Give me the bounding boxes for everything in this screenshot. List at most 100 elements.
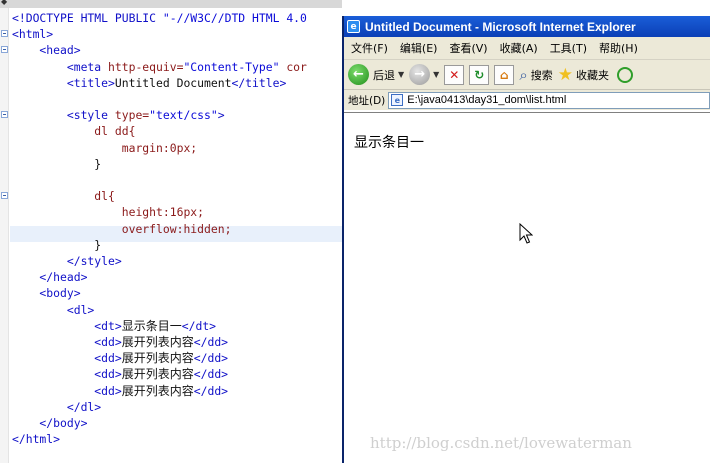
- code-line[interactable]: <style type="text/css">: [12, 107, 225, 123]
- back-button[interactable]: ← 后退 ▼: [348, 64, 404, 85]
- editor-gutter: [0, 8, 9, 463]
- code-line[interactable]: margin:0px;: [12, 140, 197, 156]
- code-line[interactable]: <dd>展开列表内容</dd>: [12, 350, 228, 366]
- search-label: 搜索: [530, 68, 553, 82]
- back-arrow-icon: ←: [348, 64, 369, 85]
- code-token: <dd>: [12, 335, 122, 349]
- code-token: <dl>: [12, 302, 95, 317]
- code-line[interactable]: <dd>展开列表内容</dd>: [12, 366, 228, 382]
- code-line[interactable]: <body>: [12, 285, 80, 301]
- star-icon: ★: [557, 64, 573, 85]
- page-content[interactable]: 显示条目一: [344, 112, 710, 463]
- forward-button[interactable]: → ▼: [409, 64, 439, 85]
- favorites-button[interactable]: ★ 收藏夹: [558, 65, 609, 85]
- code-line[interactable]: </head>: [12, 269, 87, 285]
- code-token: <meta: [12, 59, 109, 74]
- stop-button[interactable]: ✕: [444, 64, 465, 85]
- code-line[interactable]: <title>Untitled Document</title>: [12, 75, 286, 91]
- browser-title-bar[interactable]: e Untitled Document - Microsoft Internet…: [344, 16, 710, 37]
- back-label: 后退: [373, 68, 395, 82]
- code-token: >: [217, 108, 225, 123]
- code-token: "Content-Type": [183, 59, 280, 74]
- address-input[interactable]: e E:\java0413\day31_dom\list.html: [388, 91, 710, 109]
- code-line[interactable]: overflow:hidden;: [12, 221, 232, 237]
- fold-marker-icon[interactable]: [1, 192, 8, 200]
- favorites-label: 收藏夹: [575, 68, 609, 82]
- code-line[interactable]: <dd>展开列表内容</dd>: [12, 334, 228, 350]
- back-dropdown-icon[interactable]: ▼: [398, 70, 404, 79]
- code-line[interactable]: height:16px;: [12, 204, 204, 220]
- code-token: "text/css": [149, 108, 218, 123]
- menu-view[interactable]: 查看(V): [449, 40, 487, 56]
- rendered-dt-text: 显示条目一: [354, 135, 424, 151]
- code-token: </dd>: [193, 383, 229, 398]
- code-line[interactable]: </dl>: [12, 399, 101, 415]
- media-button[interactable]: [614, 66, 633, 83]
- code-token: Untitled Document: [114, 75, 232, 90]
- fold-marker-icon[interactable]: [1, 111, 8, 119]
- internet-explorer-icon: e: [347, 20, 360, 33]
- code-token: height:16px;: [12, 205, 205, 220]
- code-line[interactable]: </body>: [12, 415, 87, 431]
- home-icon: ⌂: [494, 64, 515, 85]
- code-token: 展开列表内容: [121, 335, 194, 349]
- code-token: </html>: [12, 432, 61, 447]
- watermark: http://blog.csdn.net/lovewaterman: [370, 434, 632, 452]
- code-token: </dd>: [193, 351, 229, 366]
- code-token: <dd>: [12, 367, 122, 382]
- code-line[interactable]: }: [12, 156, 101, 172]
- code-token: </body>: [12, 416, 88, 430]
- page-icon: e: [391, 94, 404, 106]
- menu-help[interactable]: 帮助(H): [599, 40, 638, 56]
- fold-marker-icon[interactable]: [1, 46, 8, 54]
- code-token: <dt>: [12, 318, 122, 333]
- code-token: margin:0px;: [12, 140, 198, 155]
- fold-marker-icon[interactable]: [1, 30, 8, 38]
- code-token: }: [12, 156, 102, 171]
- code-line[interactable]: dl{: [12, 188, 115, 204]
- code-token: dl dd{: [12, 124, 136, 139]
- code-token: <style: [12, 108, 115, 123]
- menu-favorites[interactable]: 收藏(A): [500, 40, 538, 56]
- code-line[interactable]: <dl>: [12, 302, 94, 318]
- code-token: <!DOCTYPE HTML PUBLIC: [12, 11, 163, 25]
- code-editor[interactable]: ◆ <!DOCTYPE HTML PUBLIC "-//W3C//DTD HTM…: [0, 0, 342, 463]
- code-line[interactable]: <dd>展开列表内容</dd>: [12, 383, 228, 399]
- home-button[interactable]: ⌂: [494, 64, 515, 85]
- forward-dropdown-icon[interactable]: ▼: [433, 70, 439, 79]
- code-token: <html>: [12, 27, 54, 42]
- code-line[interactable]: <!DOCTYPE HTML PUBLIC "-//W3C//DTD HTML …: [12, 10, 307, 26]
- menu-file[interactable]: 文件(F): [351, 40, 388, 56]
- menu-tools[interactable]: 工具(T): [550, 40, 587, 56]
- code-token: </dl>: [12, 399, 102, 414]
- code-token: </dd>: [193, 335, 229, 349]
- mouse-pointer-icon: [519, 223, 533, 244]
- code-line[interactable]: dl dd{: [12, 123, 135, 139]
- address-label: 地址(D): [348, 94, 386, 107]
- forward-arrow-icon: →: [409, 64, 431, 85]
- browser-title: Untitled Document - Microsoft Internet E…: [365, 19, 636, 34]
- code-token: "-//W3C//DTD HTML 4.0: [162, 11, 307, 25]
- code-token: </dd>: [193, 367, 229, 382]
- code-token: 展开列表内容: [121, 351, 194, 366]
- code-token: }: [12, 237, 102, 252]
- code-token: <dd>: [12, 351, 122, 366]
- code-token: <title>: [12, 75, 115, 90]
- code-line[interactable]: </style>: [12, 253, 122, 269]
- code-token: http-equiv=: [108, 59, 184, 74]
- menu-edit[interactable]: 编辑(E): [400, 40, 438, 56]
- code-token: dl{: [12, 189, 115, 204]
- search-button[interactable]: ⌕ 搜索: [519, 66, 552, 84]
- code-line[interactable]: </html>: [12, 431, 60, 447]
- refresh-button[interactable]: ↻: [469, 64, 490, 85]
- code-line[interactable]: <html>: [12, 26, 53, 42]
- menu-bar: 文件(F) 编辑(E) 查看(V) 收藏(A) 工具(T) 帮助(H): [344, 37, 710, 60]
- code-line[interactable]: <meta http-equiv="Content-Type" cor: [12, 59, 307, 75]
- code-line[interactable]: }: [12, 237, 101, 253]
- code-token: </style>: [12, 254, 122, 268]
- code-line[interactable]: <head>: [12, 42, 80, 58]
- code-token: </dt>: [181, 318, 217, 333]
- code-line[interactable]: <dt>显示条目一</dt>: [12, 318, 216, 334]
- code-token: 展开列表内容: [121, 383, 194, 398]
- code-token: 展开列表内容: [121, 367, 194, 382]
